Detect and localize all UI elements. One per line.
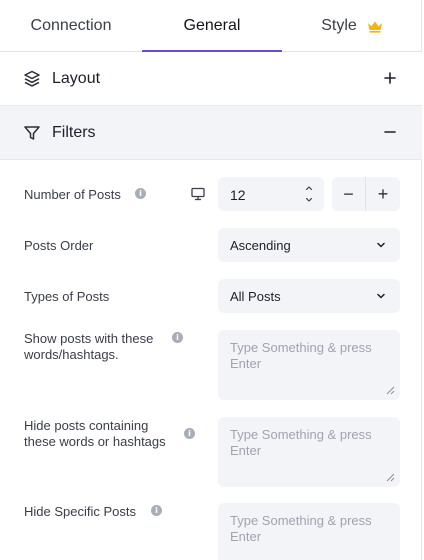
tab-style-label: Style	[321, 17, 357, 34]
info-icon[interactable]: i	[135, 188, 146, 199]
tab-style[interactable]: Style	[282, 0, 422, 52]
expand-plus-icon[interactable]	[380, 68, 400, 88]
tab-connection[interactable]: Connection	[0, 0, 142, 52]
show-posts-placeholder: Type Something & press Enter	[230, 340, 372, 371]
hide-posts-label-line1: Hide posts containing	[24, 418, 149, 433]
posts-order-value: Ascending	[230, 238, 291, 253]
number-of-posts-input[interactable]: 12	[218, 177, 324, 211]
increment-button[interactable]: +	[366, 177, 400, 211]
posts-order-select[interactable]: Ascending	[218, 228, 400, 262]
hide-posts-textarea[interactable]: Type Something & press Enter	[218, 417, 400, 487]
resize-handle-icon[interactable]	[386, 386, 395, 395]
info-icon[interactable]: i	[151, 505, 162, 516]
filters-section-title: Filters	[52, 123, 96, 141]
hide-posts-label-line2: these words or hashtags	[24, 434, 166, 449]
info-icon[interactable]: i	[172, 332, 183, 343]
hide-specific-posts-placeholder: Type Something & press Enter	[230, 513, 372, 544]
number-of-posts-label: Number of Posts	[24, 187, 121, 202]
show-posts-textarea[interactable]: Type Something & press Enter	[218, 330, 400, 400]
info-icon[interactable]: i	[184, 428, 195, 439]
decrement-button[interactable]: −	[332, 177, 366, 211]
number-of-posts-value: 12	[230, 187, 246, 203]
resize-handle-icon[interactable]	[386, 473, 395, 482]
chevron-down-icon	[377, 242, 385, 248]
show-posts-label-line1: Show posts with these	[24, 331, 154, 346]
hide-specific-posts-label: Hide Specific Posts	[24, 504, 136, 519]
desktop-monitor-icon[interactable]	[190, 186, 206, 202]
tab-bar: Connection General Style	[0, 0, 422, 53]
number-stepper: − +	[332, 177, 400, 211]
spinner-arrows-icon[interactable]	[304, 183, 314, 205]
types-of-posts-value: All Posts	[230, 289, 281, 304]
tab-connection-label: Connection	[30, 17, 112, 34]
types-of-posts-select[interactable]: All Posts	[218, 279, 400, 313]
hide-posts-placeholder: Type Something & press Enter	[230, 427, 372, 458]
types-of-posts-label: Types of Posts	[24, 289, 110, 304]
collapse-minus-icon[interactable]	[380, 122, 400, 142]
chevron-down-icon	[377, 293, 385, 299]
posts-order-label: Posts Order	[24, 238, 94, 253]
tab-general-label: General	[183, 17, 241, 34]
layout-section-title: Layout	[52, 69, 101, 87]
show-posts-label-line2: words/hashtags.	[24, 347, 119, 362]
filters-section-header[interactable]: Filters	[0, 106, 422, 160]
layout-section-header[interactable]: Layout	[0, 52, 422, 106]
crown-icon	[367, 20, 383, 33]
tab-general[interactable]: General	[142, 0, 282, 53]
layers-icon	[24, 70, 40, 87]
filter-icon	[24, 126, 40, 140]
hide-specific-posts-textarea[interactable]: Type Something & press Enter	[218, 503, 400, 560]
settings-panel: Connection General Style Layout Filters …	[0, 0, 422, 560]
